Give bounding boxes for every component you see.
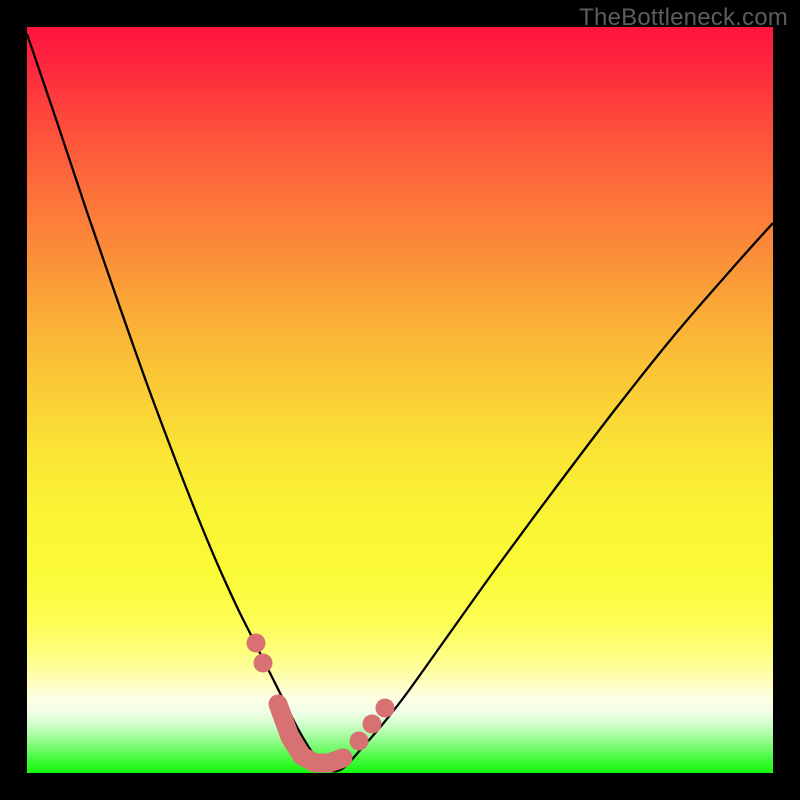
right-dot-upper <box>376 699 395 718</box>
watermark-text: TheBottleneck.com <box>579 4 788 32</box>
left-dot-upper <box>247 634 266 653</box>
valley-bar <box>278 704 343 763</box>
right-dot-lower <box>350 732 369 751</box>
bottleneck-curve <box>27 34 773 771</box>
right-dot-mid <box>363 715 382 734</box>
outer-frame: TheBottleneck.com <box>0 0 800 800</box>
plot-area <box>27 27 773 773</box>
chart-svg <box>27 27 773 773</box>
left-dot-lower <box>254 654 273 673</box>
markers-group <box>247 634 395 764</box>
